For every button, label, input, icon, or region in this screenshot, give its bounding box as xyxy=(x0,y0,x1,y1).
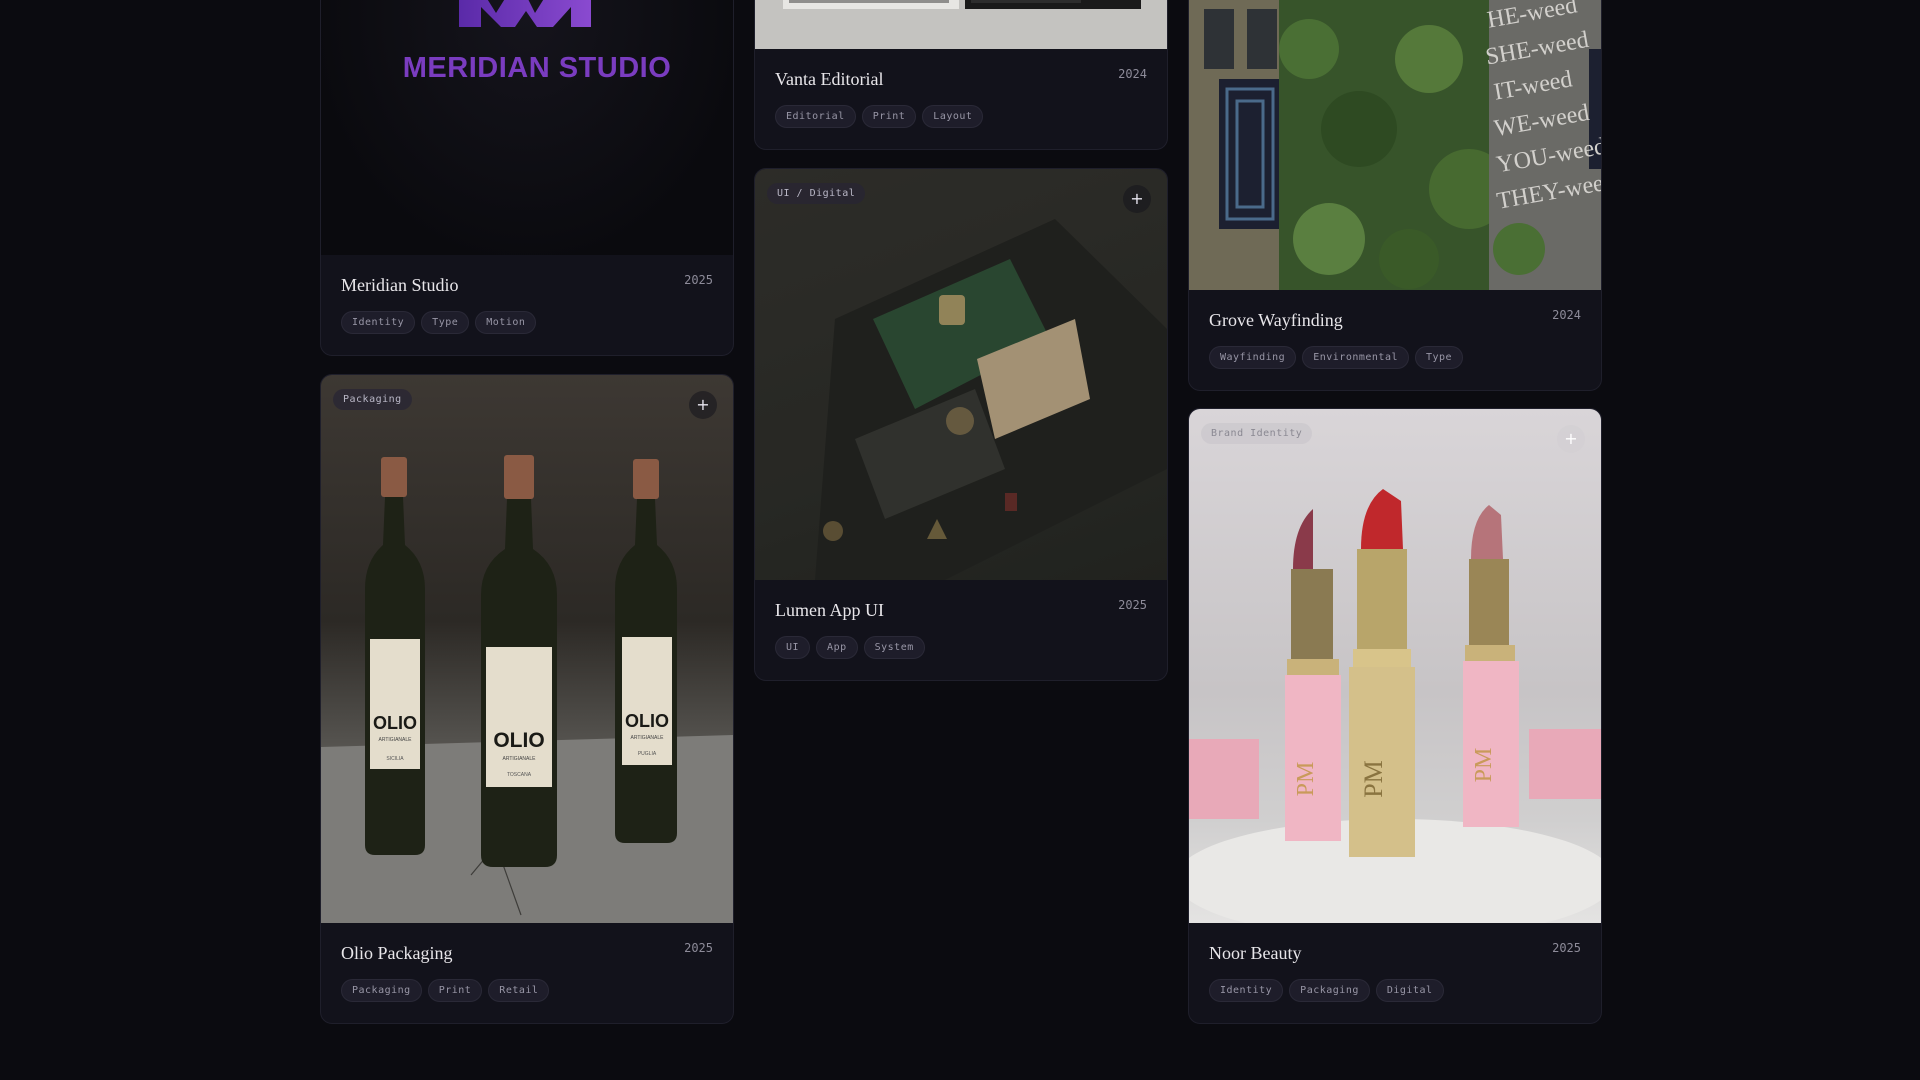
olive-oil-bottles-image: OLIO ARTIGIANALE SICILIA OLIO ARTIGIANAL… xyxy=(321,455,733,923)
add-button[interactable]: + xyxy=(1557,425,1585,453)
project-info: Vanta Editorial 2024 Editorial Print Lay… xyxy=(755,49,1167,149)
tag[interactable]: App xyxy=(816,636,858,659)
tag[interactable]: Type xyxy=(1415,346,1464,369)
project-title[interactable]: Noor Beauty xyxy=(1209,943,1301,964)
category-badge: Brand Identity xyxy=(1201,423,1313,444)
tag-list: UI App System xyxy=(775,636,925,659)
category-badge: Packaging xyxy=(333,389,412,410)
tag[interactable]: Editorial xyxy=(775,105,856,128)
bottle-brand: OLIO xyxy=(625,711,669,731)
project-info: Olio Packaging 2025 Packaging Print Reta… xyxy=(321,923,733,1023)
project-card-noor[interactable]: PM PM PM Brand Identity + Noor Beauty 20… xyxy=(1188,408,1602,1024)
app-ui-screens-image xyxy=(755,169,1167,580)
lipstick-products-image: PM PM PM xyxy=(1189,489,1601,923)
project-year: 2025 xyxy=(1552,941,1581,955)
project-title[interactable]: Grove Wayfinding xyxy=(1209,310,1343,331)
bottle-subtitle: ARTIGIANALE xyxy=(503,756,537,762)
project-year: 2025 xyxy=(1118,598,1147,612)
project-card-grove[interactable]: HE-weed SHE-weed IT-weed WE-weed YOU-wee… xyxy=(1188,0,1602,391)
project-card-lumen[interactable]: UI / Digital + Lumen App UI 2025 UI App … xyxy=(754,168,1168,681)
bottle-region: PUGLIA xyxy=(638,751,657,757)
tag[interactable]: System xyxy=(863,636,925,659)
ivy-wall-image: HE-weed SHE-weed IT-weed WE-weed YOU-wee… xyxy=(1189,0,1601,290)
project-card-olio[interactable]: OLIO ARTIGIANALE SICILIA OLIO ARTIGIANAL… xyxy=(320,374,734,1024)
tag[interactable]: Print xyxy=(427,979,483,1002)
project-thumbnail[interactable]: OLIO ARTIGIANALE SICILIA OLIO ARTIGIANAL… xyxy=(321,375,733,923)
tag-list: Identity Type Motion xyxy=(341,311,537,334)
tag[interactable]: Wayfinding xyxy=(1209,346,1297,369)
bottle-left: OLIO ARTIGIANALE SICILIA xyxy=(365,457,425,855)
box-logo: PM xyxy=(1359,760,1388,798)
tag[interactable]: UI xyxy=(775,636,811,659)
tag-list: Wayfinding Environmental Type xyxy=(1209,346,1464,369)
box-logo: PM xyxy=(1293,762,1319,797)
bottle-region: SICILIA xyxy=(386,756,404,762)
meridian-logo-text: MERIDIAN STUDIO xyxy=(403,52,672,84)
project-info: Lumen App UI 2025 UI App System xyxy=(755,580,1167,680)
editorial-spread-image xyxy=(783,0,1141,9)
project-year: 2024 xyxy=(1552,308,1581,322)
meridian-logo: MERIDIAN STUDIO xyxy=(403,0,672,84)
project-year: 2025 xyxy=(684,273,713,287)
add-button[interactable]: + xyxy=(689,391,717,419)
bottle-subtitle: ARTIGIANALE xyxy=(631,735,665,741)
tag[interactable]: Packaging xyxy=(341,979,422,1002)
bottle-brand: OLIO xyxy=(493,729,544,752)
lipstick-middle: PM xyxy=(1349,489,1415,857)
tag[interactable]: Print xyxy=(861,105,917,128)
tag[interactable]: Type xyxy=(421,311,470,334)
add-button[interactable]: + xyxy=(1123,185,1151,213)
project-thumbnail[interactable]: MERIDIAN STUDIO xyxy=(321,0,733,255)
project-year: 2024 xyxy=(1118,67,1147,81)
tag[interactable]: Identity xyxy=(341,311,416,334)
tag-list: Packaging Print Retail xyxy=(341,979,550,1002)
project-thumbnail[interactable] xyxy=(755,0,1167,49)
bottle-subtitle: ARTIGIANALE xyxy=(379,737,413,743)
project-info: Noor Beauty 2025 Identity Packaging Digi… xyxy=(1189,923,1601,1023)
category-badge: UI / Digital xyxy=(767,183,866,204)
tag[interactable]: Identity xyxy=(1209,979,1284,1002)
lipstick-left: PM xyxy=(1285,509,1341,841)
bottle-right: OLIO ARTIGIANALE PUGLIA xyxy=(615,459,677,843)
tag[interactable]: Digital xyxy=(1375,979,1444,1002)
bottle-region: TOSCANA xyxy=(507,772,532,778)
project-thumbnail[interactable]: PM PM PM Brand Identity + xyxy=(1189,409,1601,923)
tag[interactable]: Retail xyxy=(488,979,550,1002)
project-info: Meridian Studio 2025 Identity Type Motio… xyxy=(321,255,733,355)
tag[interactable]: Motion xyxy=(475,311,537,334)
bottle-middle: OLIO ARTIGIANALE TOSCANA xyxy=(481,455,557,867)
tag-list: Editorial Print Layout xyxy=(775,105,984,128)
project-title[interactable]: Vanta Editorial xyxy=(775,69,883,90)
tag-list: Identity Packaging Digital xyxy=(1209,979,1444,1002)
project-title[interactable]: Olio Packaging xyxy=(341,943,452,964)
bottle-brand: OLIO xyxy=(373,713,417,733)
project-title[interactable]: Meridian Studio xyxy=(341,275,459,296)
tag[interactable]: Packaging xyxy=(1289,979,1370,1002)
project-card-vanta[interactable]: Vanta Editorial 2024 Editorial Print Lay… xyxy=(754,0,1168,150)
tag[interactable]: Environmental xyxy=(1302,346,1409,369)
project-info: Grove Wayfinding 2024 Wayfinding Environ… xyxy=(1189,290,1601,390)
project-thumbnail[interactable]: UI / Digital + xyxy=(755,169,1167,580)
box-logo: PM xyxy=(1471,748,1497,783)
lipstick-right: PM xyxy=(1463,505,1519,827)
tag[interactable]: Layout xyxy=(922,105,984,128)
project-thumbnail[interactable]: HE-weed SHE-weed IT-weed WE-weed YOU-wee… xyxy=(1189,0,1601,290)
project-card-meridian[interactable]: MERIDIAN STUDIO Meridian Studio 2025 Ide… xyxy=(320,0,734,356)
project-year: 2025 xyxy=(684,941,713,955)
project-title[interactable]: Lumen App UI xyxy=(775,600,884,621)
